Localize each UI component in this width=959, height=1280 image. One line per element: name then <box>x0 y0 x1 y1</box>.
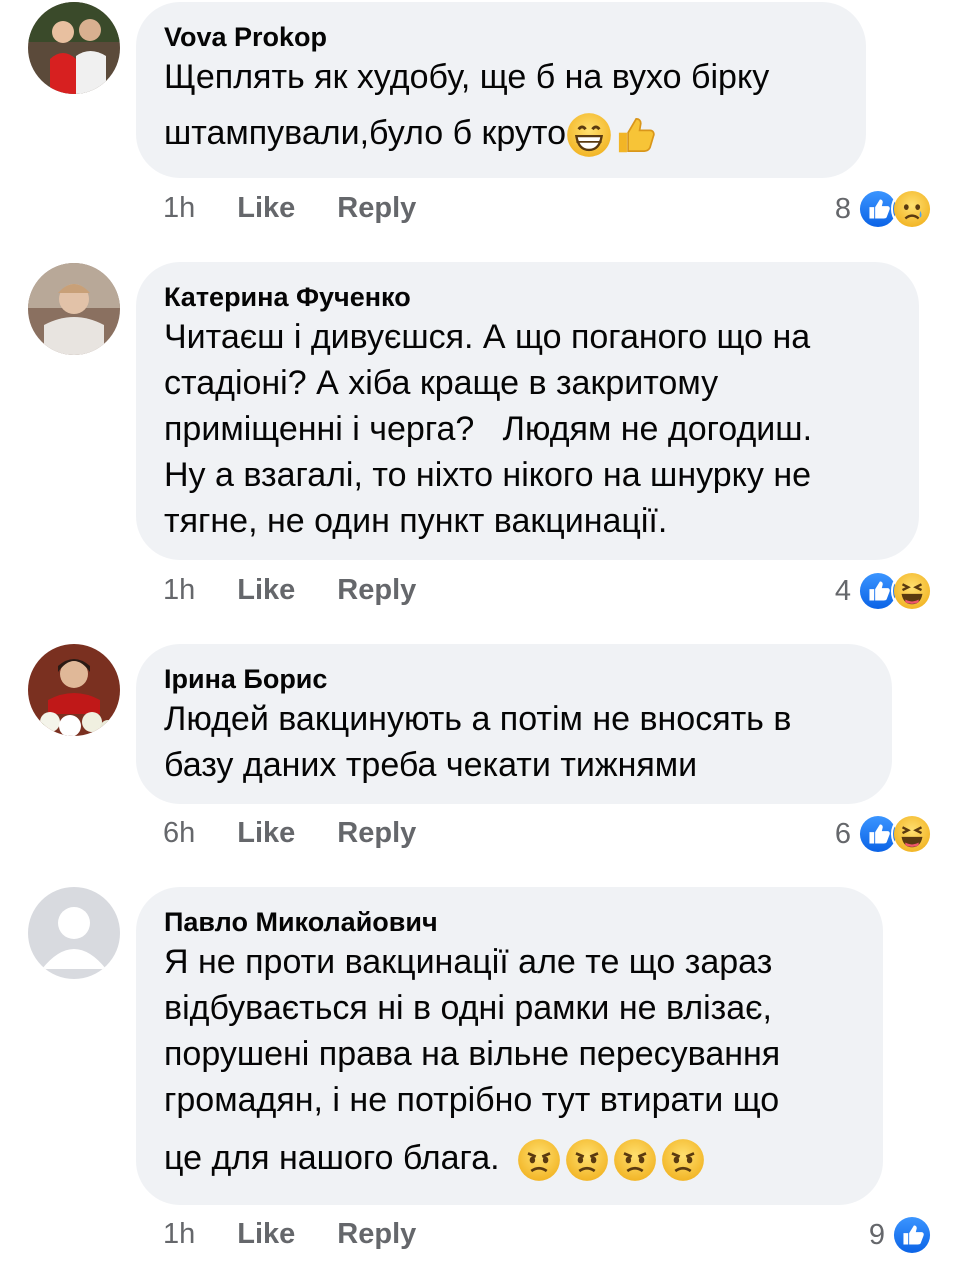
reaction-count: 4 <box>834 574 851 607</box>
avatar[interactable] <box>28 263 120 355</box>
grin-emoji-icon <box>566 112 612 158</box>
comment-actions: 1h Like Reply <box>163 1218 416 1251</box>
avatar-photo-icon <box>28 2 120 94</box>
comment-line: Читаєш і дивуєшся. А що поганого що на <box>164 318 811 356</box>
sad-icon <box>891 188 933 230</box>
reaction-count: 9 <box>868 1218 885 1251</box>
thumbs-up-emoji-icon <box>612 112 658 158</box>
like-button[interactable]: Like <box>237 817 295 850</box>
comment-text: Читаєш і дивуєшся. А що поганого що на с… <box>164 314 891 544</box>
haha-icon <box>891 813 933 855</box>
reaction-summary[interactable]: 8 <box>835 188 933 230</box>
reply-button[interactable]: Reply <box>337 817 416 850</box>
default-avatar-icon <box>28 887 120 979</box>
like-button[interactable]: Like <box>237 1218 295 1251</box>
comment-line: Ну а взагалі, то ніхто нікого на шнурку … <box>164 456 812 494</box>
comment-line: штампували,було б круто <box>164 110 838 158</box>
comment-bubble: Павло Миколайович Я не проти вакцинації … <box>136 887 883 1205</box>
timestamp[interactable]: 1h <box>163 1218 195 1251</box>
comment-line: базу даних треба чекати тижнями <box>164 746 698 784</box>
comment-line: порушені права на вільне пересування <box>164 1035 781 1073</box>
comment-line-text: це для нашого блага. <box>164 1139 500 1177</box>
comment-author[interactable]: Ірина Борис <box>164 662 864 696</box>
reaction-count: 6 <box>834 817 851 850</box>
reaction-count: 8 <box>834 192 851 225</box>
avatar-photo-icon <box>28 644 120 736</box>
comment-author[interactable]: Катерина Фученко <box>164 280 891 314</box>
comment-bubble: Ірина Борис Людей вакцинують а потім не … <box>136 644 892 804</box>
reply-button[interactable]: Reply <box>337 1218 416 1251</box>
comment-line: це для нашого блага. <box>164 1135 855 1182</box>
comment-actions: 1h Like Reply <box>163 574 416 607</box>
comment-text: Щеплять як худобу, ще б на вухо бірку шт… <box>164 54 838 158</box>
comment-line-text: штампували,було б круто <box>164 114 567 152</box>
avatar[interactable] <box>28 887 120 979</box>
comment-line: громадян, і не потрібно тут втирати що <box>164 1081 780 1119</box>
reaction-summary[interactable]: 4 <box>835 570 933 612</box>
timestamp[interactable]: 6h <box>163 817 195 850</box>
comment-text: Людей вакцинують а потім не вносять в ба… <box>164 696 864 788</box>
reply-button[interactable]: Reply <box>337 192 416 225</box>
reply-button[interactable]: Reply <box>337 574 416 607</box>
comment-line: тягне, не один пункт вакцинації. <box>164 502 668 540</box>
like-button[interactable]: Like <box>237 192 295 225</box>
avatar[interactable] <box>28 644 120 736</box>
angry-emoji-icon <box>613 1138 657 1182</box>
comment-line: Щеплять як худобу, ще б на вухо бірку <box>164 58 770 96</box>
comment-text: Я не проти вакцинації але те що зараз ві… <box>164 939 855 1182</box>
avatar-photo-icon <box>28 263 120 355</box>
comment-line: відбувається ні в одні рамки не влізає, <box>164 989 772 1027</box>
comment-bubble: Vova Prokop Щеплять як худобу, ще б на в… <box>136 2 866 178</box>
timestamp[interactable]: 1h <box>163 574 195 607</box>
comment-author[interactable]: Павло Миколайович <box>164 905 855 939</box>
angry-emoji-icon <box>565 1138 609 1182</box>
comment-line: приміщенні і черга? Людям не догодиш. <box>164 410 813 448</box>
reaction-summary[interactable]: 9 <box>869 1214 933 1256</box>
comment-actions: 1h Like Reply <box>163 192 416 225</box>
comment-bubble: Катерина Фученко Читаєш і дивуєшся. А що… <box>136 262 919 560</box>
comment-line: стадіоні? А хіба краще в закритому <box>164 364 719 402</box>
comment-line: Людей вакцинують а потім не вносять в <box>164 700 792 738</box>
comment-line: Я не проти вакцинації але те що зараз <box>164 943 773 981</box>
angry-emoji-icon <box>517 1138 561 1182</box>
avatar[interactable] <box>28 2 120 94</box>
like-icon <box>891 1214 933 1256</box>
comment-actions: 6h Like Reply <box>163 817 416 850</box>
timestamp[interactable]: 1h <box>163 192 195 225</box>
haha-icon <box>891 570 933 612</box>
reaction-summary[interactable]: 6 <box>835 813 933 855</box>
like-button[interactable]: Like <box>237 574 295 607</box>
comment-author[interactable]: Vova Prokop <box>164 20 838 54</box>
angry-emoji-icon <box>661 1138 705 1182</box>
